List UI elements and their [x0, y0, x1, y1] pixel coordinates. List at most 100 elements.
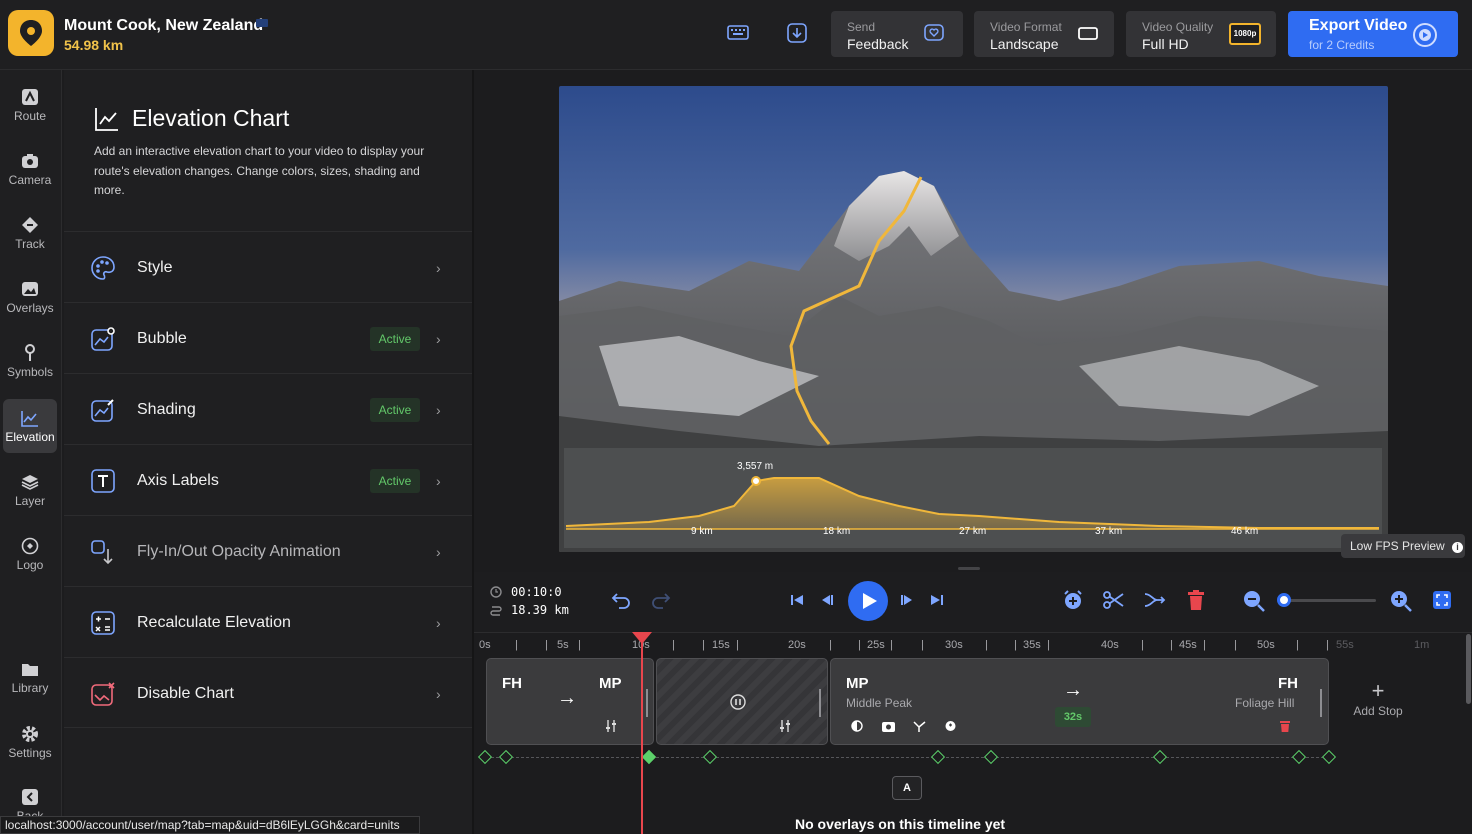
undo-icon[interactable] [610, 590, 632, 610]
ruler-label: 5s [557, 639, 569, 651]
video-preview[interactable]: 3,557 m 9 km 18 km 27 km 37 km 46 km [559, 86, 1388, 552]
time-ruler[interactable]: 0s | 5s | | 10s | | 15s | 20s | | 25s | … [474, 632, 1472, 656]
status-badge: Active [370, 327, 420, 351]
keyframe-selected[interactable] [641, 749, 657, 765]
video-quality-button[interactable]: Video Quality Full HD 1080p [1126, 11, 1276, 57]
low-fps-preview-badge[interactable]: Low FPS Preview i [1341, 534, 1465, 558]
timeline-clip-pause[interactable] [656, 658, 828, 745]
row-recalculate[interactable]: Recalculate Elevation › [64, 586, 472, 657]
skip-end-icon[interactable] [929, 592, 945, 608]
step-forward-icon[interactable] [899, 592, 915, 608]
nav-route[interactable]: Route [3, 78, 57, 132]
keyframe[interactable] [1321, 749, 1337, 765]
timeline-scrollbar[interactable] [1466, 634, 1471, 704]
play-button[interactable] [848, 581, 888, 621]
send-feedback-button[interactable]: Send Feedback [831, 11, 963, 57]
keyframe[interactable] [930, 749, 946, 765]
nav-track[interactable]: Track [3, 206, 57, 260]
row-fly-in-out[interactable]: Fly-In/Out Opacity Animation › [64, 515, 472, 586]
export-play-icon [1413, 23, 1437, 47]
ruler-label: 15s [712, 639, 730, 651]
nav-library[interactable]: Library [3, 650, 57, 704]
chevron-right-icon: › [436, 402, 441, 418]
elevation-chart-icon [95, 108, 118, 131]
redo-icon[interactable] [650, 590, 672, 610]
row-disable-chart[interactable]: Disable Chart › [64, 657, 472, 728]
resize-handle[interactable] [958, 567, 980, 570]
nav-logo[interactable]: Logo [3, 527, 57, 581]
skip-start-icon[interactable] [789, 592, 805, 608]
keyframe[interactable] [702, 749, 718, 765]
row-shading[interactable]: Shading Active › [64, 373, 472, 444]
elevation-icon [21, 411, 38, 427]
ruler-label: 40s [1101, 639, 1119, 651]
folder-icon [22, 664, 38, 676]
current-time: 00:10:0 [511, 585, 562, 599]
timeline-clip-segment[interactable]: MP Middle Peak → 32s FH Foliage Hill [830, 658, 1329, 745]
overlay-marker[interactable]: A [892, 776, 922, 800]
contrast-icon[interactable] [851, 720, 863, 732]
add-stop-alarm-icon[interactable] [1062, 589, 1084, 611]
download-icon[interactable] [785, 22, 811, 44]
nav-elevation[interactable]: Elevation [3, 399, 57, 453]
route-fork-icon[interactable] [913, 720, 926, 732]
calculator-icon [91, 611, 115, 635]
keyframe[interactable] [1291, 749, 1307, 765]
scissors-icon[interactable] [1102, 589, 1126, 611]
zoom-slider[interactable] [1280, 599, 1376, 602]
app-logo[interactable] [8, 10, 54, 56]
merge-icon[interactable] [1143, 589, 1167, 611]
quality-badge: 1080p [1229, 23, 1261, 45]
trash-icon[interactable] [1186, 589, 1206, 611]
add-stop-button[interactable]: + Add Stop [1346, 680, 1410, 730]
fit-timeline-icon[interactable] [1432, 590, 1452, 610]
clip-handle[interactable] [819, 689, 821, 717]
keyframe[interactable] [983, 749, 999, 765]
trash-icon[interactable] [1280, 720, 1290, 732]
playhead-line[interactable] [641, 636, 643, 834]
route-distance-icon [490, 606, 502, 616]
row-axis-labels[interactable]: Axis Labels Active › [64, 444, 472, 515]
zoom-out-icon[interactable] [1243, 590, 1265, 612]
clip-handle[interactable] [1320, 689, 1322, 717]
sliders-icon[interactable] [605, 719, 617, 733]
zoom-slider-handle[interactable] [1277, 593, 1291, 607]
ruler-label: 50s [1257, 639, 1275, 651]
keyframe[interactable] [1152, 749, 1168, 765]
layers-icon [21, 475, 39, 490]
ruler-label: 1m [1414, 639, 1430, 651]
info-icon: i [1452, 542, 1464, 553]
axis-label: 9 km [691, 526, 713, 537]
keyframe[interactable] [477, 749, 493, 765]
ruler-label: 20s [788, 639, 806, 651]
alarm-icon[interactable] [944, 719, 957, 732]
nav-symbols[interactable]: Symbols [3, 334, 57, 388]
export-video-button[interactable]: Export Video for 2 Credits [1288, 11, 1458, 57]
row-style[interactable]: Style › [64, 231, 472, 302]
axis-label: 18 km [823, 526, 851, 537]
back-icon [22, 789, 38, 805]
timeline-clip-flight[interactable]: FH → MP [486, 658, 654, 745]
camera-icon[interactable] [882, 720, 895, 732]
bubble-icon [91, 327, 115, 351]
nav-overlays[interactable]: Overlays [3, 270, 57, 324]
step-back-icon[interactable] [819, 592, 835, 608]
map-pin-logo-icon [20, 20, 42, 46]
zoom-in-icon[interactable] [1390, 590, 1412, 612]
axis-label: 46 km [1231, 526, 1259, 537]
panel-divider[interactable] [472, 70, 474, 834]
ruler-label: 55s [1336, 639, 1354, 651]
nav-settings[interactable]: Settings [3, 715, 57, 769]
nav-back[interactable]: Back [3, 778, 57, 818]
row-bubble[interactable]: Bubble Active › [64, 302, 472, 373]
nav-layer[interactable]: Layer [3, 463, 57, 517]
ruler-label: 0s [479, 639, 491, 651]
nav-camera[interactable]: Camera [3, 142, 57, 196]
clip-handle[interactable] [646, 689, 648, 717]
keyboard-icon[interactable] [726, 22, 752, 44]
video-format-button[interactable]: Video Format Landscape [974, 11, 1114, 57]
chevron-right-icon: › [436, 686, 441, 702]
clock-icon [490, 586, 502, 598]
keyframe[interactable] [498, 749, 514, 765]
sliders-icon[interactable] [779, 719, 791, 733]
